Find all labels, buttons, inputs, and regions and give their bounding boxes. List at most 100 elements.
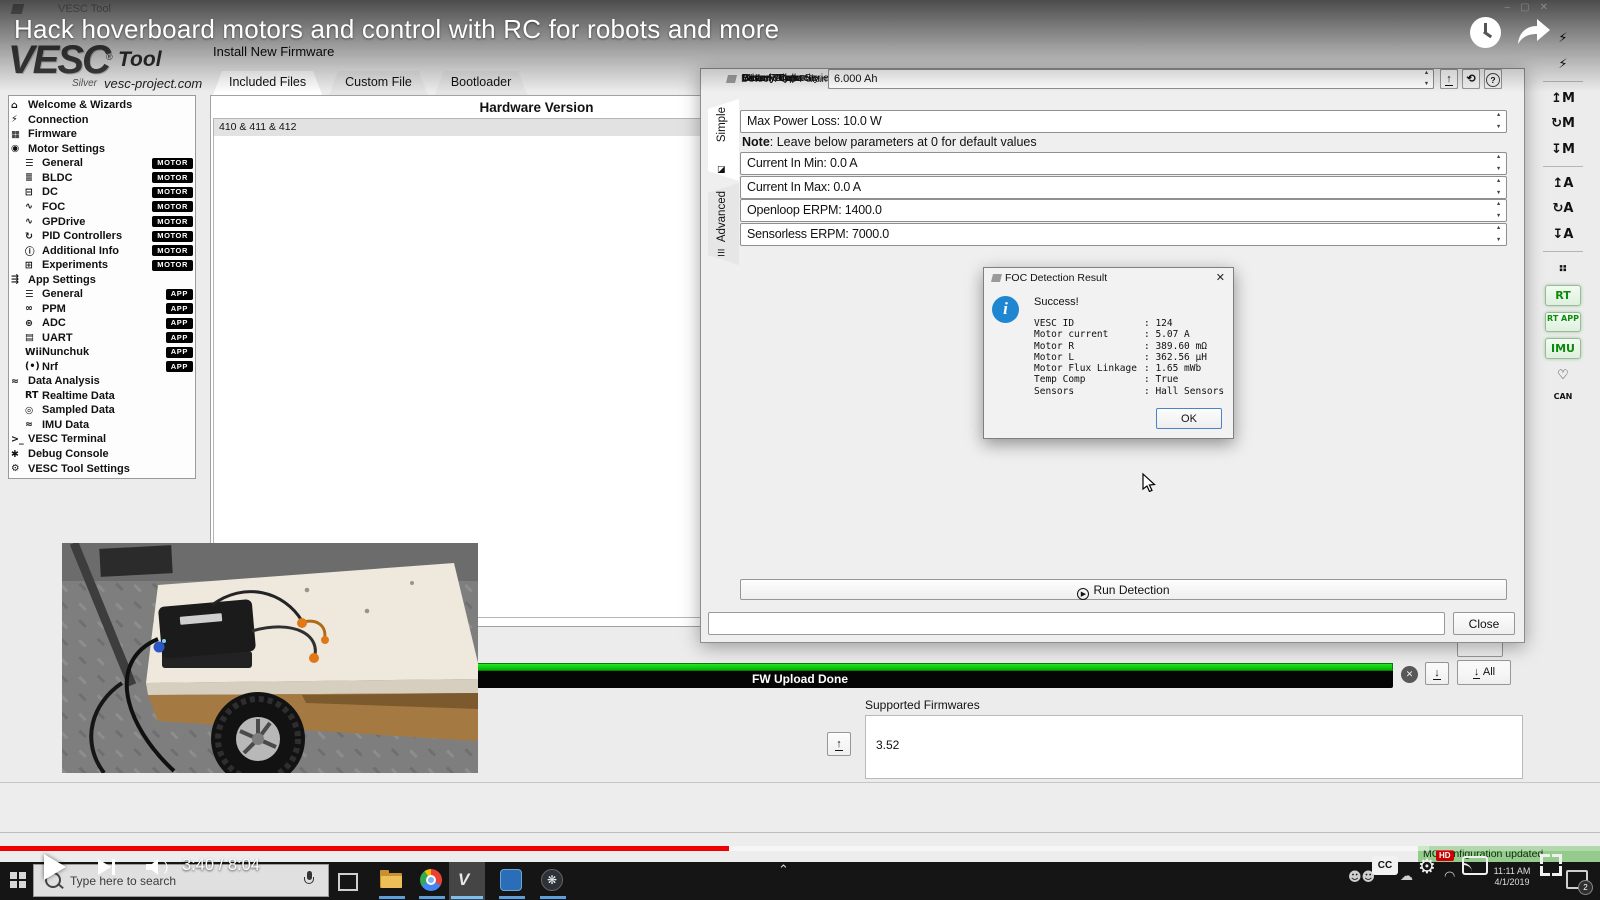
sidebar-item[interactable]: ⚡ Connection xyxy=(11,113,193,128)
param-help-button[interactable]: ? xyxy=(1484,69,1502,89)
param-write-button[interactable]: ↑ xyxy=(1440,69,1458,89)
tab[interactable]: Included Files xyxy=(213,71,322,95)
ok-button[interactable]: OK xyxy=(1156,408,1222,429)
toolbar-icon[interactable]: ↻A xyxy=(1546,199,1580,218)
current-in-min-field[interactable]: Current In Min: 0.0 A▲▼ xyxy=(740,152,1507,175)
sidebar-item[interactable]: ◎ Sampled Data xyxy=(11,403,193,418)
sidebar-item[interactable]: ⊟ DC MOTOR xyxy=(11,185,193,200)
tab-simple[interactable]: Simple ◪ xyxy=(708,99,739,181)
sidebar-item[interactable]: ☰ General APP xyxy=(11,287,193,302)
sidebar-item[interactable]: ◉ Motor Settings xyxy=(11,142,193,157)
obs-icon[interactable]: ❋ xyxy=(541,869,563,891)
fw-download-all-button[interactable]: ↓ All xyxy=(1457,660,1511,685)
sidebar-item[interactable]: ≈ IMU Data xyxy=(11,418,193,433)
param-default-button[interactable]: ⟲ xyxy=(1462,69,1480,89)
sidebar-item[interactable]: (•) Nrf APP xyxy=(11,360,193,375)
wifi-icon[interactable]: ◠ xyxy=(1444,869,1455,884)
task-view-icon[interactable] xyxy=(338,873,358,891)
mic-icon[interactable] xyxy=(304,871,314,885)
sidebar-item[interactable]: ≣ BLDC MOTOR xyxy=(11,171,193,186)
watch-later-icon[interactable] xyxy=(1470,17,1501,48)
fw-cancel-button[interactable]: ✕ xyxy=(1401,666,1418,683)
tray-clock[interactable]: 11:11 AM 4/1/2019 xyxy=(1486,866,1538,888)
video-play-button[interactable] xyxy=(44,854,66,880)
cloud-icon[interactable]: ☁ xyxy=(1400,869,1413,884)
spinner[interactable]: ▲▼ xyxy=(1493,179,1504,196)
sidebar-item[interactable]: ↻ PID Controllers MOTOR xyxy=(11,229,193,244)
spinner[interactable]: ▲▼ xyxy=(1493,202,1504,219)
popup-close-icon[interactable]: ✕ xyxy=(1216,271,1225,284)
dialog-close-button[interactable]: Close xyxy=(1453,612,1515,635)
toolbar-icon[interactable]: ⚡ xyxy=(1546,55,1580,74)
sidebar-item[interactable]: ∿ FOC MOTOR xyxy=(11,200,193,215)
toolbar-icon[interactable]: CAN xyxy=(1546,391,1580,409)
sidebar-item[interactable]: ☰ General MOTOR xyxy=(11,156,193,171)
run-detection-button[interactable]: ▶Run Detection xyxy=(740,579,1507,600)
sidebar-item[interactable]: ⓘ Additional Info MOTOR xyxy=(11,243,193,258)
share-icon[interactable] xyxy=(1514,16,1552,46)
toolbar-icon[interactable]: ↧M xyxy=(1546,140,1580,159)
sidebar-item[interactable]: >_ VESC Terminal xyxy=(11,432,193,447)
supported-firmwares-list[interactable]: 3.52 xyxy=(865,715,1523,779)
toolbar-icon[interactable]: ⠶ xyxy=(1546,259,1580,278)
sidebar-item[interactable]: ⌂ Welcome & Wizards xyxy=(11,98,193,113)
sidebar-item[interactable]: ⊛ ADC APP xyxy=(11,316,193,331)
sidebar-item[interactable]: ▤ UART APP xyxy=(11,331,193,346)
fullscreen-button[interactable] xyxy=(1540,854,1562,876)
current-in-max-field[interactable]: Current In Max: 0.0 A▲▼ xyxy=(740,176,1507,199)
sidebar-item[interactable]: RT Realtime Data xyxy=(11,389,193,404)
sidebar-item[interactable]: ∿ GPDrive MOTOR xyxy=(11,214,193,229)
sidebar-item[interactable]: ⇶ App Settings xyxy=(11,272,193,287)
toolbar-icon[interactable]: ↥M xyxy=(1546,89,1580,108)
settings-gear-icon[interactable]: ⚙ xyxy=(1418,854,1436,878)
firmware-version-item[interactable]: 3.52 xyxy=(866,716,1522,752)
toolbar-icon[interactable] xyxy=(1543,166,1583,167)
firmware-upload-button[interactable]: ↑ xyxy=(827,732,851,756)
sidebar-item[interactable]: ✱ Debug Console xyxy=(11,447,193,462)
sidebar-item-badge: APP xyxy=(166,361,193,372)
file-explorer-icon[interactable] xyxy=(380,869,404,893)
spinner[interactable]: ▲▼ xyxy=(1493,155,1504,172)
max-power-loss-field[interactable]: Max Power Loss: 10.0 W▲▼ xyxy=(740,110,1507,133)
sensorless-erpm-field[interactable]: Sensorless ERPM: 7000.0▲▼ xyxy=(740,223,1507,246)
captions-button[interactable]: CC xyxy=(1372,856,1398,875)
fw-download-button[interactable]: ↓ xyxy=(1425,662,1449,685)
start-button[interactable] xyxy=(10,872,27,889)
sidebar-item[interactable]: Wii Nunchuk APP xyxy=(11,345,193,360)
minimize-button[interactable]: – xyxy=(1505,2,1521,13)
sidebar-item[interactable]: ▦ Firmware xyxy=(11,127,193,142)
ide-app-icon[interactable] xyxy=(500,869,522,891)
toolbar-icon[interactable]: RT xyxy=(1545,285,1581,306)
maximize-button[interactable]: ▢ xyxy=(1520,2,1539,13)
tab[interactable]: Custom File xyxy=(329,71,428,95)
window-controls[interactable]: –▢✕ xyxy=(1505,2,1558,13)
vesc-tool-icon[interactable]: V xyxy=(458,870,469,890)
openloop-erpm-field[interactable]: Openloop ERPM: 1400.0▲▼ xyxy=(740,199,1507,222)
toolbar-icon[interactable] xyxy=(1543,251,1583,252)
tab[interactable]: Bootloader xyxy=(435,71,527,95)
toolbar-icon[interactable]: ↧A xyxy=(1546,225,1580,244)
spinner[interactable]: ▲▼ xyxy=(1493,113,1504,130)
toolbar-icon[interactable]: IMU xyxy=(1545,338,1581,359)
spinner[interactable]: ▲▼ xyxy=(1421,71,1432,87)
sidebar-item-icon: ▤ xyxy=(25,332,42,343)
param-value-field[interactable]: 6.000 Ah xyxy=(828,69,1434,89)
search-input[interactable]: Type here to search xyxy=(33,864,329,897)
toolbar-icon[interactable]: ♡ xyxy=(1546,366,1580,385)
video-next-button[interactable] xyxy=(98,859,118,875)
sidebar-item[interactable]: ∞ PPM APP xyxy=(11,301,193,316)
toolbar-icon[interactable]: RT APP xyxy=(1545,312,1581,332)
toolbar-icon[interactable]: ↥A xyxy=(1546,174,1580,193)
spinner[interactable]: ▲▼ xyxy=(1493,226,1504,243)
tab-advanced[interactable]: Advanced ☰ xyxy=(708,183,739,265)
video-progress-track[interactable] xyxy=(0,846,1600,851)
tray-chevron-icon[interactable]: ⌃ xyxy=(778,862,789,878)
toolbar-icon[interactable]: ↻M xyxy=(1546,114,1580,133)
sidebar-item[interactable]: ⚙ VESC Tool Settings xyxy=(11,461,193,476)
sidebar-item[interactable]: ≈ Data Analysis xyxy=(11,374,193,389)
close-button[interactable]: ✕ xyxy=(1540,2,1558,13)
sidebar-item[interactable]: ⊞ Experiments MOTOR xyxy=(11,258,193,273)
cast-icon[interactable] xyxy=(1462,856,1488,875)
toolbar-icon[interactable] xyxy=(1543,81,1583,82)
chrome-icon[interactable] xyxy=(420,869,442,891)
